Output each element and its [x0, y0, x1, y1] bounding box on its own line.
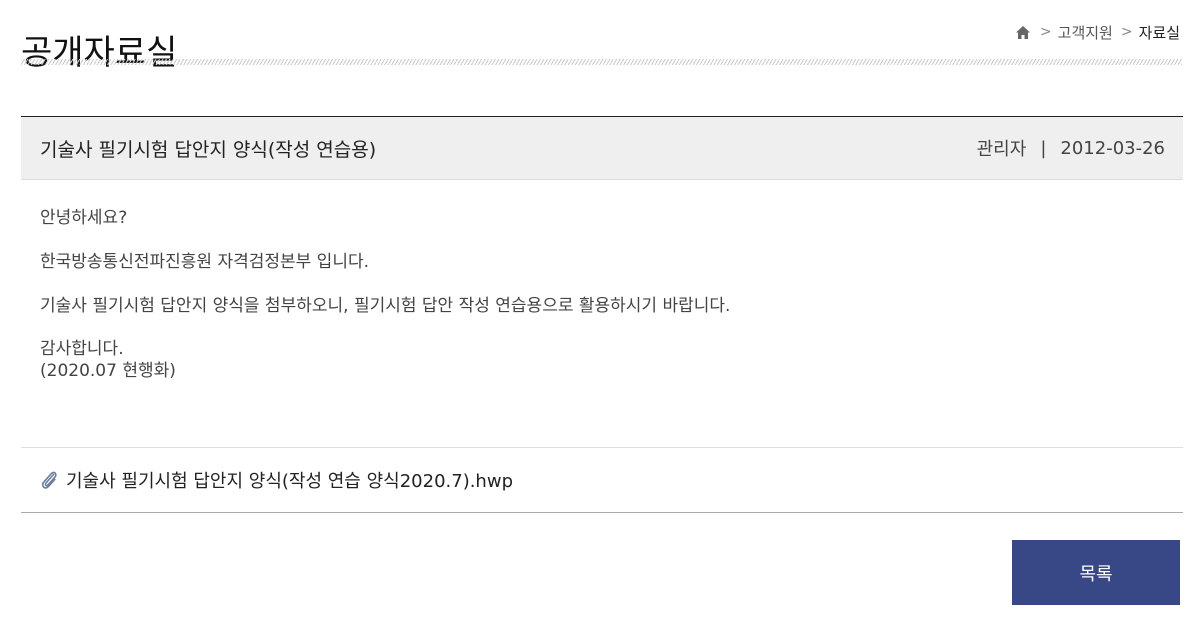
breadcrumb-separator: >: [1120, 24, 1133, 40]
breadcrumb-separator: >: [1039, 24, 1052, 40]
body-intro: 한국방송통신전파진흥원 자격검정본부 입니다.: [40, 252, 370, 272]
post-meta: 관리자 | 2012-03-26: [977, 135, 1165, 161]
breadcrumb-item-library: 자료실: [1138, 23, 1180, 42]
attachment-file-link[interactable]: 기술사 필기시험 답안지 양식(작성 연습 양식2020.7).hwp: [66, 467, 513, 493]
page-title: 공개자료실: [21, 32, 178, 73]
paperclip-icon: [40, 469, 60, 491]
post-date: 2012-03-26: [1060, 137, 1165, 159]
list-button[interactable]: 목록: [1012, 540, 1180, 605]
attachment-row: 기술사 필기시험 답안지 양식(작성 연습 양식2020.7).hwp: [21, 448, 1183, 513]
post-header: 기술사 필기시험 답안지 양식(작성 연습용) 관리자 | 2012-03-26: [21, 116, 1183, 180]
body-greeting: 안녕하세요?: [40, 208, 128, 228]
body-update-note: (2020.07 현행화): [40, 361, 176, 381]
body-thanks: 감사합니다.: [40, 339, 124, 359]
home-icon[interactable]: [1014, 23, 1032, 41]
post-author: 관리자: [976, 139, 1027, 160]
breadcrumb-item-customer-support[interactable]: 고객지원: [1058, 22, 1113, 43]
title-divider: [21, 59, 1182, 65]
post: 기술사 필기시험 답안지 양식(작성 연습용) 관리자 | 2012-03-26…: [21, 116, 1183, 513]
breadcrumb: > 고객지원 > 자료실: [1014, 22, 1180, 42]
post-title: 기술사 필기시험 답안지 양식(작성 연습용): [40, 138, 377, 161]
meta-separator: |: [1040, 137, 1047, 159]
body-message: 기술사 필기시험 답안지 양식을 첨부하오니, 필기시험 답안 작성 연습용으로…: [40, 296, 731, 316]
post-body: 안녕하세요? 한국방송통신전파진흥원 자격검정본부 입니다. 기술사 필기시험 …: [21, 180, 1183, 448]
